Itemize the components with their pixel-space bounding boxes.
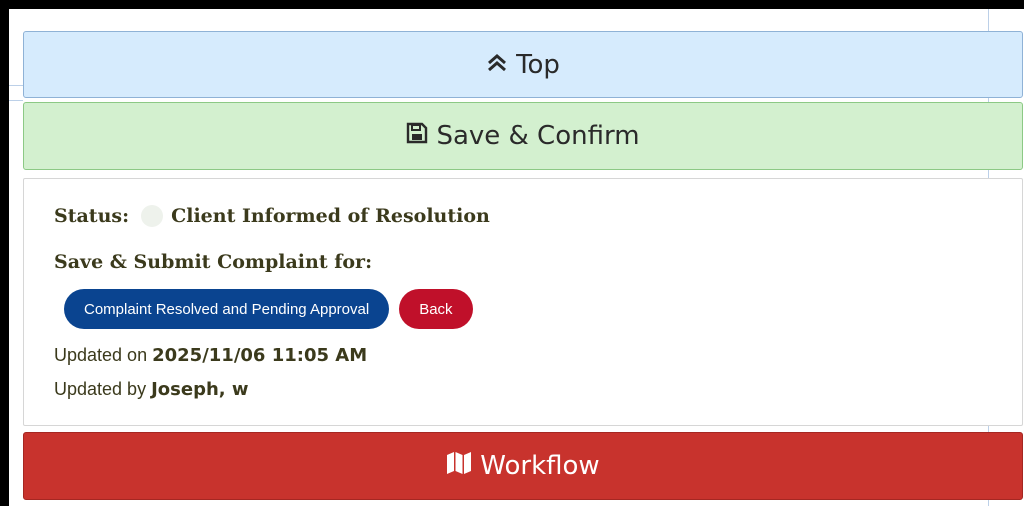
background-divider [9, 100, 23, 101]
window-frame-top [0, 0, 1024, 9]
status-row: Status: Client Informed of Resolution [54, 205, 490, 227]
updated-by-value: Joseph, w [151, 379, 249, 400]
updated-on: Updated on 2025/11/06 11:05 AM [54, 345, 367, 366]
top-button-label: Top [516, 49, 560, 80]
updated-on-value: 2025/11/06 11:05 AM [152, 345, 368, 366]
updated-on-label: Updated on [54, 345, 148, 365]
status-indicator-icon [141, 205, 164, 227]
submit-complaint-label: Save & Submit Complaint for: [54, 251, 373, 273]
map-icon [446, 451, 472, 482]
window-frame-left [0, 0, 9, 506]
updated-by: Updated by Joseph, w [54, 379, 249, 400]
floppy-disk-icon [406, 121, 428, 151]
double-chevron-up-icon [486, 50, 508, 80]
save-confirm-label: Save & Confirm [436, 121, 640, 151]
top-button[interactable]: Top [23, 31, 1023, 98]
status-label: Status: [54, 205, 130, 227]
complaint-status-panel: Status: Client Informed of Resolution Sa… [23, 178, 1023, 426]
complaint-resolved-button[interactable]: Complaint Resolved and Pending Approval [64, 289, 390, 329]
background-divider [9, 85, 23, 86]
back-button[interactable]: Back [399, 289, 473, 329]
save-confirm-button[interactable]: Save & Confirm [23, 102, 1023, 170]
status-value: Client Informed of Resolution [171, 205, 490, 227]
workflow-button[interactable]: Workflow [23, 432, 1023, 500]
workflow-label: Workflow [480, 451, 600, 481]
submit-actions: Complaint Resolved and Pending Approval … [64, 289, 473, 329]
updated-by-label: Updated by [54, 379, 147, 399]
